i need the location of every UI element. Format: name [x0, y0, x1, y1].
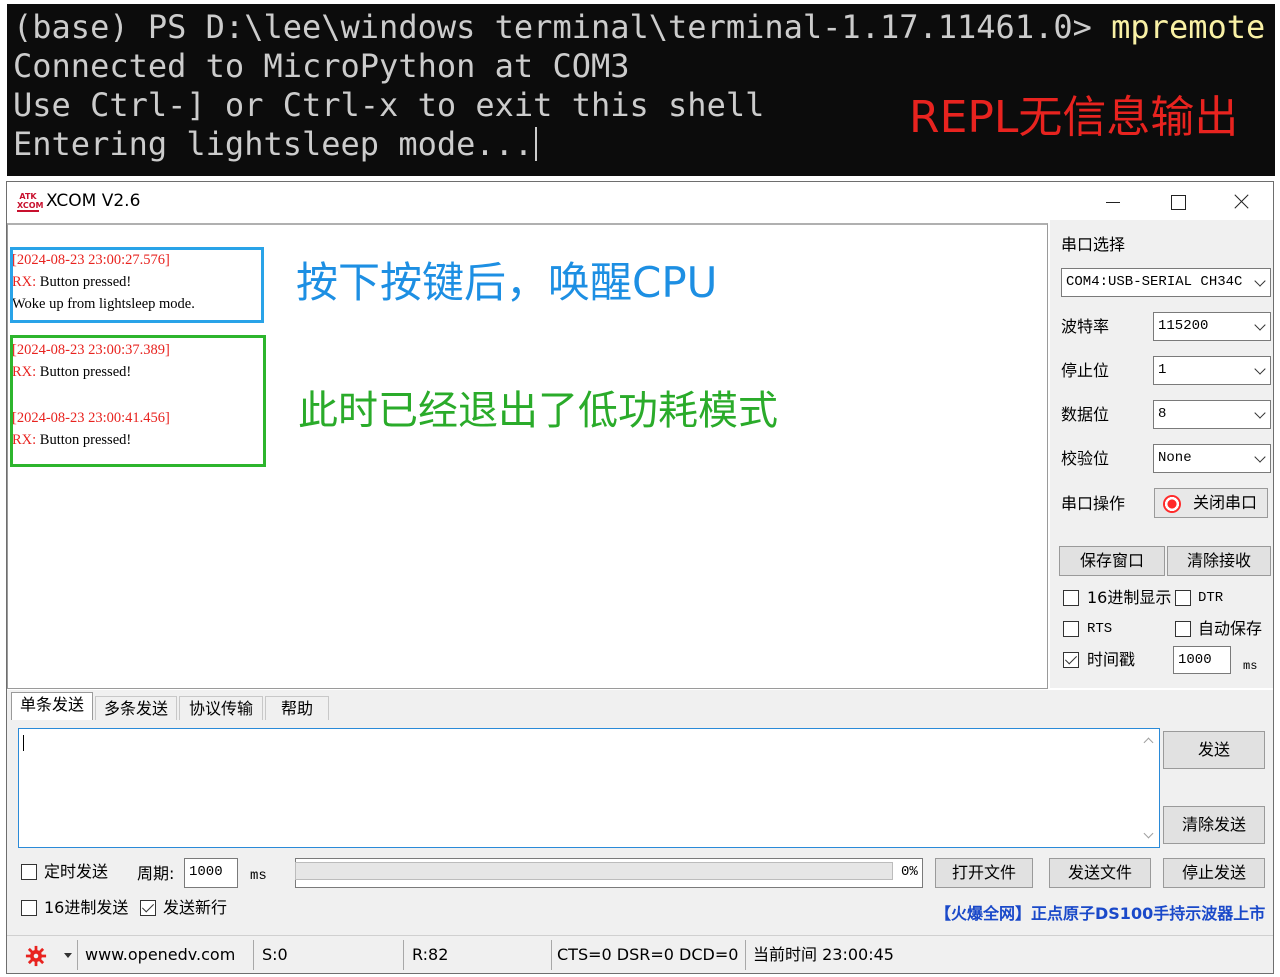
status-sent-count: S:0 — [262, 945, 288, 964]
status-bar: www.openedv.com S:0 R:82 CTS=0 DSR=0 DCD… — [7, 935, 1273, 973]
newline-checkbox[interactable] — [140, 900, 156, 916]
rts-label: RTS — [1087, 621, 1113, 637]
period-label: 周期: — [137, 864, 175, 883]
chevron-up-icon[interactable] — [1143, 737, 1154, 748]
baud-select[interactable]: 115200 — [1153, 312, 1271, 341]
baud-value: 115200 — [1158, 318, 1209, 334]
close-port-label: 关闭串口 — [1193, 493, 1258, 512]
clear-receive-button[interactable]: 清除接收 — [1167, 546, 1271, 576]
hex-display-checkbox[interactable] — [1063, 590, 1079, 606]
terminal-command: mpremote — [1111, 8, 1266, 46]
tab-help[interactable]: 帮助 — [265, 696, 329, 722]
app-logo-icon: ATK XCOM — [17, 192, 44, 212]
parity-select[interactable]: None — [1153, 444, 1271, 473]
progress-text: 0% — [901, 864, 918, 880]
baud-label: 波特率 — [1061, 317, 1110, 336]
send-button[interactable]: 发送 — [1163, 731, 1265, 769]
auto-save-label: 自动保存 — [1198, 619, 1263, 638]
wake-highlight-box — [10, 247, 264, 323]
window-title: XCOM V2.6 — [46, 191, 141, 211]
clear-send-button[interactable]: 清除发送 — [1163, 806, 1265, 844]
dtr-checkbox[interactable] — [1175, 590, 1191, 606]
timed-send-label: 定时发送 — [44, 862, 109, 881]
status-divider — [77, 940, 78, 970]
save-window-button[interactable]: 保存窗口 — [1059, 546, 1165, 576]
dtr-label: DTR — [1198, 590, 1224, 606]
data-bits-value: 8 — [1158, 406, 1167, 422]
exit-annotation: 此时已经退出了低功耗模式 — [298, 388, 778, 434]
status-time: 当前时间 23:00:45 — [753, 945, 894, 964]
terminal-prompt-line: (base) PS D:\lee\windows terminal\termin… — [13, 8, 1275, 47]
tab-multi-send[interactable]: 多条发送 — [95, 696, 177, 722]
port-select[interactable]: COM4:USB-SERIAL CH34C — [1061, 268, 1271, 297]
close-button[interactable] — [1209, 182, 1273, 220]
send-text-input[interactable] — [18, 728, 1160, 848]
minimize-button[interactable] — [1081, 182, 1145, 220]
wake-annotation: 按下按键后，唤醒CPU — [296, 258, 718, 307]
send-tabs: 单条发送 多条发送 协议传输 帮助 — [7, 690, 1273, 722]
status-divider — [253, 940, 254, 970]
status-divider — [745, 940, 746, 970]
port-operation-label: 串口操作 — [1061, 494, 1126, 513]
timestamp-interval-input[interactable]: 1000 — [1173, 646, 1231, 674]
open-file-button[interactable]: 打开文件 — [935, 858, 1033, 888]
status-lines: CTS=0 DSR=0 DCD=0 — [557, 945, 739, 964]
parity-label: 校验位 — [1061, 449, 1110, 468]
terminal-prompt: (base) PS D:\lee\windows terminal\termin… — [13, 8, 1112, 46]
terminal-line-text: Entering lightsleep mode... — [13, 125, 534, 163]
auto-save-checkbox[interactable] — [1175, 621, 1191, 637]
chevron-down-icon[interactable] — [1143, 828, 1154, 839]
timestamp-label: 时间戳 — [1087, 650, 1136, 669]
title-bar[interactable]: ATK XCOM XCOM V2.6 — [7, 182, 1273, 220]
hex-send-checkbox[interactable] — [21, 900, 37, 916]
text-caret — [23, 735, 24, 751]
tab-single-send[interactable]: 单条发送 — [11, 692, 93, 722]
repl-annotation: REPL无信息输出 — [909, 92, 1239, 143]
terminal-cursor — [535, 127, 538, 161]
send-scrollbar[interactable] — [1139, 729, 1159, 847]
stop-bits-select[interactable]: 1 — [1153, 356, 1271, 385]
stop-send-button[interactable]: 停止发送 — [1163, 858, 1265, 888]
terminal-line: Connected to MicroPython at COM3 — [13, 47, 630, 85]
close-port-button[interactable]: 关闭串口 — [1154, 488, 1268, 518]
status-divider — [551, 940, 552, 970]
status-url[interactable]: www.openedv.com — [85, 936, 235, 974]
receive-text-area[interactable]: [2024-08-23 23:00:27.576] RX: Button pre… — [7, 223, 1048, 689]
status-received-count: R:82 — [412, 945, 449, 964]
ad-link[interactable]: 【火爆全网】正点原子DS100手持示波器上市 — [935, 904, 1265, 924]
stop-bits-label: 停止位 — [1061, 361, 1110, 380]
exit-highlight-box — [10, 335, 266, 467]
rts-checkbox[interactable] — [1063, 621, 1079, 637]
period-unit: ms — [250, 868, 267, 884]
dropdown-arrow-icon[interactable] — [64, 953, 72, 958]
send-file-button[interactable]: 发送文件 — [1049, 858, 1151, 888]
data-bits-label: 数据位 — [1061, 405, 1110, 424]
gear-icon[interactable] — [25, 945, 47, 967]
port-status-led-icon — [1163, 495, 1181, 513]
port-label: 串口选择 — [1061, 235, 1126, 254]
timestamp-unit: ms — [1243, 659, 1258, 673]
period-input[interactable]: 1000 — [184, 858, 238, 888]
newline-label: 发送新行 — [163, 898, 228, 917]
timestamp-checkbox[interactable] — [1063, 652, 1079, 668]
maximize-button[interactable] — [1145, 182, 1209, 220]
xcom-window: ATK XCOM XCOM V2.6 [2024-08-23 23:00:27.5… — [6, 181, 1274, 974]
status-divider — [403, 940, 404, 970]
port-value: COM4:USB-SERIAL CH34C — [1066, 274, 1243, 290]
data-bits-select[interactable]: 8 — [1153, 400, 1271, 429]
tab-protocol[interactable]: 协议传输 — [179, 696, 263, 722]
hex-display-label: 16进制显示 — [1087, 588, 1172, 607]
hex-send-label: 16进制发送 — [44, 898, 129, 917]
timed-send-checkbox[interactable] — [21, 864, 37, 880]
parity-value: None — [1158, 450, 1192, 466]
send-progress-bar — [295, 862, 893, 880]
terminal-window: (base) PS D:\lee\windows terminal\termin… — [7, 4, 1275, 176]
stop-bits-value: 1 — [1158, 362, 1167, 378]
